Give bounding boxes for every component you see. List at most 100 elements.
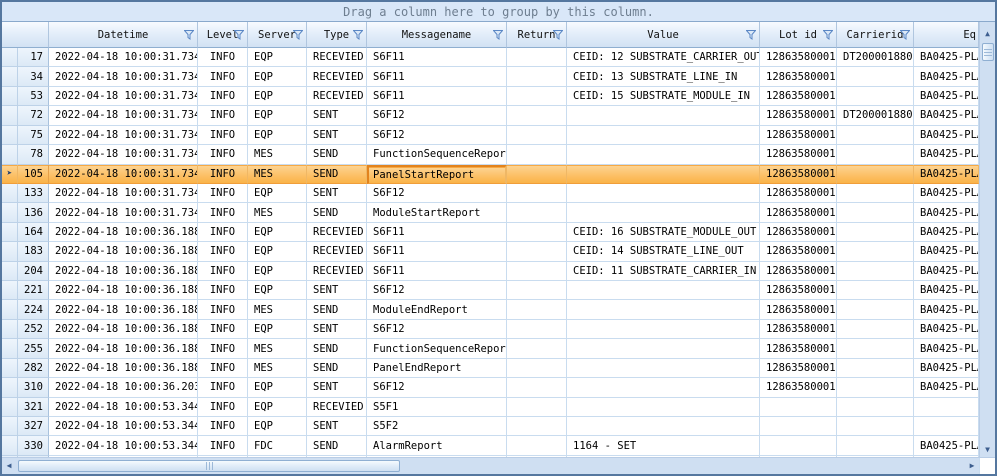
cell-lotid[interactable]: 12863580001B [760,48,837,67]
cell-server[interactable]: EQP [248,223,307,242]
cell-type[interactable]: SENT [307,106,367,125]
filter-icon[interactable] [293,30,303,40]
table-row-327[interactable]: 3272022-04-18 10:00:53.344INFOEQPSENTS5F… [2,417,979,436]
cell-return[interactable] [507,262,567,281]
cell-eq[interactable]: BA0425-PLA [914,203,979,222]
cell-level[interactable]: INFO [198,126,248,145]
filter-icon[interactable] [234,30,244,40]
table-row-72[interactable]: 722022-04-18 10:00:31.734INFOEQPSENTS6F1… [2,106,979,125]
cell-type[interactable]: SENT [307,281,367,300]
cell-type[interactable]: SEND [307,203,367,222]
column-header-return[interactable]: Return [507,22,567,48]
cell-datetime[interactable]: 2022-04-18 10:00:53.344 [49,417,198,436]
cell-level[interactable]: INFO [198,106,248,125]
cell-type[interactable]: RECEVIED [307,242,367,261]
cell-return[interactable] [507,242,567,261]
cell-eq[interactable]: BA0425-PLA [914,359,979,378]
cell-level[interactable]: INFO [198,320,248,339]
filter-icon[interactable] [746,30,756,40]
cell-server[interactable]: EQP [248,106,307,125]
group-by-panel[interactable]: Drag a column here to group by this colu… [2,2,995,22]
cell-type[interactable]: RECEVIED [307,398,367,417]
cell-lotid[interactable]: 12863580001B [760,320,837,339]
cell-type[interactable]: SEND [307,300,367,319]
cell-datetime[interactable]: 2022-04-18 10:00:36.188 [49,281,198,300]
cell-level[interactable]: INFO [198,184,248,203]
cell-carrierid[interactable] [837,281,914,300]
cell-return[interactable] [507,87,567,106]
cell-server[interactable]: MES [248,165,307,184]
cell-carrierid[interactable] [837,203,914,222]
cell-value[interactable]: CEID: 12 SUBSTRATE_CARRIER_OUT [567,48,760,67]
cell-type[interactable]: SENT [307,184,367,203]
cell-return[interactable] [507,417,567,436]
cell-message[interactable]: ModuleEndReport [367,300,507,319]
cell-datetime[interactable]: 2022-04-18 10:00:31.734 [49,48,198,67]
cell-datetime[interactable]: 2022-04-18 10:00:31.734 [49,165,198,184]
cell-server[interactable]: EQP [248,242,307,261]
cell-value[interactable] [567,339,760,358]
cell-value[interactable]: CEID: 11 SUBSTRATE_CARRIER_IN [567,262,760,281]
cell-datetime[interactable]: 2022-04-18 10:00:31.734 [49,67,198,86]
cell-eq[interactable]: BA0425-PLA [914,262,979,281]
cell-level[interactable]: INFO [198,436,248,455]
cell-datetime[interactable]: 2022-04-18 10:00:31.734 [49,126,198,145]
cell-carrierid[interactable] [837,300,914,319]
cell-message[interactable]: S6F12 [367,184,507,203]
cell-value[interactable] [567,417,760,436]
cell-value[interactable] [567,145,760,164]
cell-server[interactable]: EQP [248,262,307,281]
cell-lotid[interactable]: 12863580001B [760,242,837,261]
cell-carrierid[interactable] [837,436,914,455]
cell-datetime[interactable]: 2022-04-18 10:00:36.188 [49,300,198,319]
cell-type[interactable]: RECEVIED [307,48,367,67]
cell-server[interactable]: EQP [248,320,307,339]
cell-eq[interactable] [914,398,979,417]
cell-value[interactable] [567,165,760,184]
scroll-left-button[interactable]: ◀ [2,459,16,473]
cell-level[interactable]: INFO [198,145,248,164]
cell-return[interactable] [507,223,567,242]
cell-message[interactable]: S6F12 [367,320,507,339]
cell-type[interactable]: SENT [307,417,367,436]
cell-message[interactable]: S6F11 [367,67,507,86]
cell-datetime[interactable]: 2022-04-18 10:00:36.188 [49,339,198,358]
cell-level[interactable]: INFO [198,262,248,281]
cell-type[interactable]: RECEVIED [307,223,367,242]
cell-lotid[interactable]: 12863580001B [760,184,837,203]
cell-message[interactable]: S6F12 [367,106,507,125]
table-row-224[interactable]: 2242022-04-18 10:00:36.188INFOMESSENDMod… [2,300,979,319]
table-row-221[interactable]: 2212022-04-18 10:00:36.188INFOEQPSENTS6F… [2,281,979,300]
cell-datetime[interactable]: 2022-04-18 10:00:36.188 [49,359,198,378]
cell-value[interactable] [567,300,760,319]
cell-eq[interactable] [914,417,979,436]
cell-carrierid[interactable] [837,67,914,86]
cell-message[interactable]: PanelEndReport [367,359,507,378]
filter-icon[interactable] [353,30,363,40]
cell-carrierid[interactable] [837,417,914,436]
cell-server[interactable]: MES [248,203,307,222]
filter-icon[interactable] [900,30,910,40]
cell-carrierid[interactable] [837,87,914,106]
cell-message[interactable]: S6F11 [367,48,507,67]
cell-carrierid[interactable] [837,242,914,261]
cell-level[interactable]: INFO [198,281,248,300]
cell-level[interactable]: INFO [198,67,248,86]
cell-message[interactable]: S5F2 [367,417,507,436]
cell-eq[interactable]: BA0425-PLA [914,378,979,397]
cell-value[interactable]: CEID: 16 SUBSTRATE_MODULE_OUT [567,223,760,242]
cell-message[interactable]: AlarmReport [367,436,507,455]
column-header-server[interactable]: Server [248,22,307,48]
cell-return[interactable] [507,203,567,222]
cell-message[interactable]: FunctionSequenceReport [367,145,507,164]
cell-server[interactable]: MES [248,339,307,358]
cell-level[interactable]: INFO [198,165,248,184]
cell-message[interactable]: S6F12 [367,126,507,145]
table-row-330[interactable]: 3302022-04-18 10:00:53.344INFOFDCSENDAla… [2,436,979,455]
cell-datetime[interactable]: 2022-04-18 10:00:36.188 [49,262,198,281]
cell-return[interactable] [507,106,567,125]
cell-message[interactable]: S5F1 [367,398,507,417]
cell-server[interactable]: EQP [248,281,307,300]
cell-level[interactable]: INFO [198,242,248,261]
cell-carrierid[interactable]: DT200001880 [837,48,914,67]
